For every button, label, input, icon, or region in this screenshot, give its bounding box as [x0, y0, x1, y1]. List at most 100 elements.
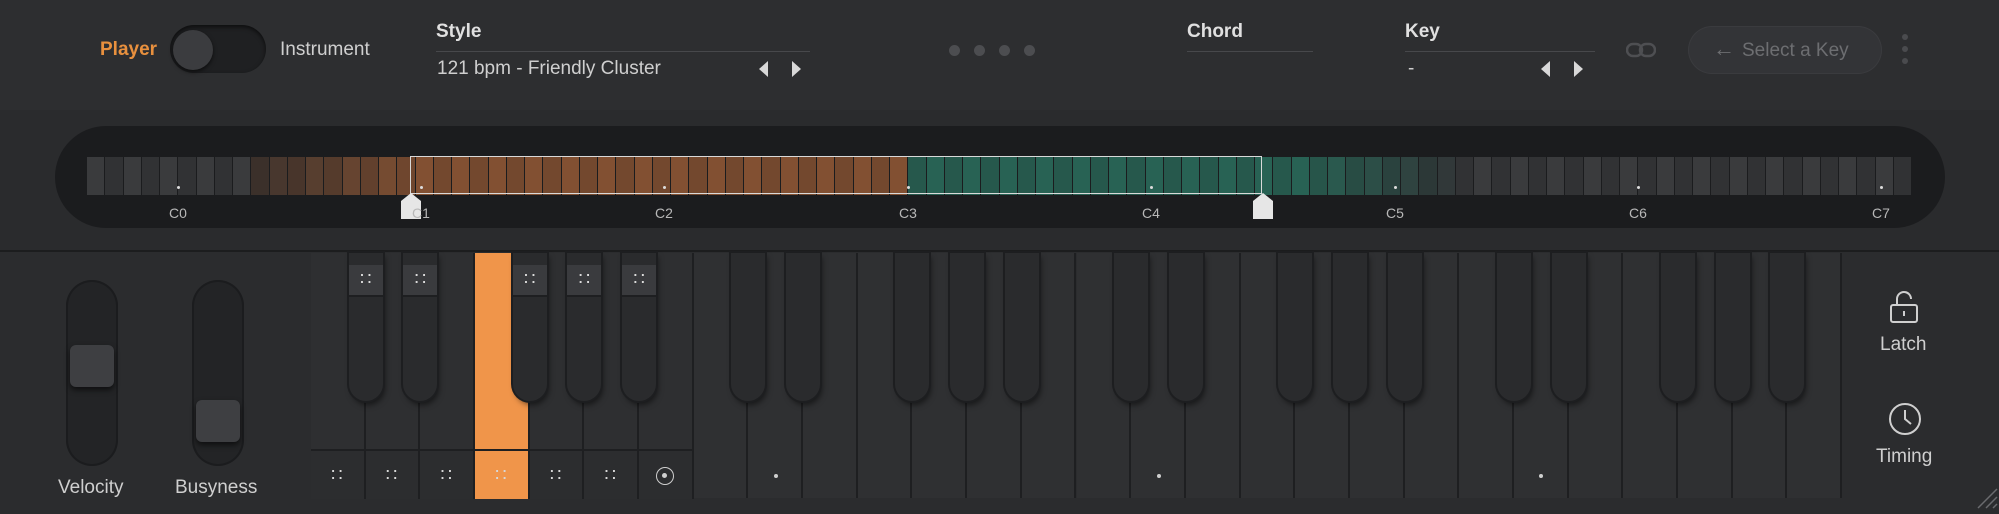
range-key[interactable] [1474, 157, 1492, 195]
black-key[interactable]: ∷ [567, 253, 602, 401]
black-key[interactable] [950, 253, 985, 401]
range-key[interactable] [1693, 157, 1711, 195]
range-key[interactable] [1784, 157, 1802, 195]
latch-button[interactable]: Latch [1866, 288, 1942, 358]
range-key[interactable] [233, 157, 251, 195]
range-key[interactable] [1674, 157, 1692, 195]
range-key[interactable] [196, 157, 214, 195]
range-key[interactable] [1565, 157, 1583, 195]
black-key[interactable]: ∷ [622, 253, 657, 401]
range-key[interactable] [1893, 157, 1911, 195]
range-key[interactable] [1273, 157, 1291, 195]
resize-handle-icon[interactable] [1974, 485, 1998, 509]
style-next-button[interactable] [792, 61, 801, 77]
black-key[interactable]: ∷ [403, 253, 438, 401]
pattern-cell[interactable]: ∷ [420, 449, 476, 499]
range-key[interactable] [160, 157, 178, 195]
range-key[interactable] [1328, 157, 1346, 195]
range-key[interactable] [1729, 157, 1747, 195]
range-key[interactable] [141, 157, 159, 195]
range-key[interactable] [1346, 157, 1364, 195]
instrument-label[interactable]: Instrument [280, 39, 370, 61]
range-key[interactable] [1364, 157, 1382, 195]
range-key[interactable] [1839, 157, 1857, 195]
select-key-button[interactable]: ← Select a Key [1688, 26, 1882, 74]
black-key[interactable] [1496, 253, 1531, 401]
pattern-cell[interactable]: ∷ [584, 449, 640, 499]
black-key[interactable] [1770, 253, 1805, 401]
page-dot[interactable] [1024, 45, 1035, 56]
black-key[interactable] [1332, 253, 1367, 401]
range-key[interactable] [87, 157, 105, 195]
black-key[interactable] [1551, 253, 1586, 401]
range-key[interactable] [1875, 157, 1893, 195]
range-key[interactable] [1547, 157, 1565, 195]
range-key[interactable] [1401, 157, 1419, 195]
velocity-slider[interactable] [66, 280, 118, 466]
black-key[interactable] [1715, 253, 1750, 401]
range-key[interactable] [287, 157, 305, 195]
range-key[interactable] [1455, 157, 1473, 195]
range-key[interactable] [379, 157, 397, 195]
velocity-thumb[interactable] [70, 345, 114, 388]
range-key[interactable] [342, 157, 360, 195]
style-prev-button[interactable] [759, 61, 768, 77]
pattern-cell[interactable]: ∷ [311, 449, 366, 499]
range-key[interactable] [1620, 157, 1638, 195]
pattern-cell[interactable]: ∷ [365, 449, 421, 499]
range-key[interactable] [1857, 157, 1875, 195]
pattern-cell[interactable] [639, 449, 694, 499]
key-value[interactable]: - [1408, 58, 1414, 80]
page-dot[interactable] [949, 45, 960, 56]
black-key[interactable] [1387, 253, 1422, 401]
black-key[interactable] [1114, 253, 1149, 401]
range-key[interactable] [1583, 157, 1601, 195]
black-key[interactable] [1278, 253, 1313, 401]
mode-toggle[interactable]: Player Instrument [96, 22, 386, 76]
key-next-button[interactable] [1574, 61, 1583, 77]
range-key[interactable] [324, 157, 342, 195]
timing-button[interactable]: Timing [1866, 400, 1942, 470]
busyness-thumb[interactable] [196, 399, 240, 442]
link-icon[interactable] [1625, 41, 1657, 59]
range-key[interactable] [251, 157, 269, 195]
range-key[interactable] [269, 157, 287, 195]
range-key[interactable] [1601, 157, 1619, 195]
range-key[interactable] [1638, 157, 1656, 195]
range-key[interactable] [1382, 157, 1400, 195]
black-key[interactable] [731, 253, 766, 401]
range-key[interactable] [1309, 157, 1327, 195]
black-key[interactable] [1660, 253, 1695, 401]
black-key[interactable]: ∷ [512, 253, 547, 401]
page-dot[interactable] [999, 45, 1010, 56]
pattern-cell[interactable]: ∷ [475, 449, 530, 499]
page-dot[interactable] [974, 45, 985, 56]
busyness-slider[interactable] [192, 280, 244, 466]
range-key[interactable] [306, 157, 324, 195]
range-key[interactable] [1437, 157, 1455, 195]
range-key[interactable] [1711, 157, 1729, 195]
black-key[interactable] [786, 253, 821, 401]
range-key[interactable] [1820, 157, 1838, 195]
range-key[interactable] [1656, 157, 1674, 195]
range-key[interactable] [178, 157, 196, 195]
range-key[interactable] [1510, 157, 1528, 195]
range-key[interactable] [105, 157, 123, 195]
black-key[interactable] [895, 253, 930, 401]
range-key[interactable] [1802, 157, 1820, 195]
player-label[interactable]: Player [100, 39, 157, 61]
range-key[interactable] [123, 157, 141, 195]
mode-toggle-switch[interactable] [170, 25, 266, 73]
pattern-cell[interactable]: ∷ [529, 449, 585, 499]
black-key[interactable] [1004, 253, 1039, 401]
more-options-icon[interactable] [1901, 34, 1909, 66]
style-value[interactable]: 121 bpm - Friendly Cluster [437, 58, 661, 80]
range-key[interactable] [214, 157, 232, 195]
range-key[interactable] [1492, 157, 1510, 195]
range-key[interactable] [1766, 157, 1784, 195]
range-key[interactable] [1747, 157, 1765, 195]
key-prev-button[interactable] [1541, 61, 1550, 77]
range-key[interactable] [360, 157, 378, 195]
range-key[interactable] [1291, 157, 1309, 195]
range-key[interactable] [1419, 157, 1437, 195]
